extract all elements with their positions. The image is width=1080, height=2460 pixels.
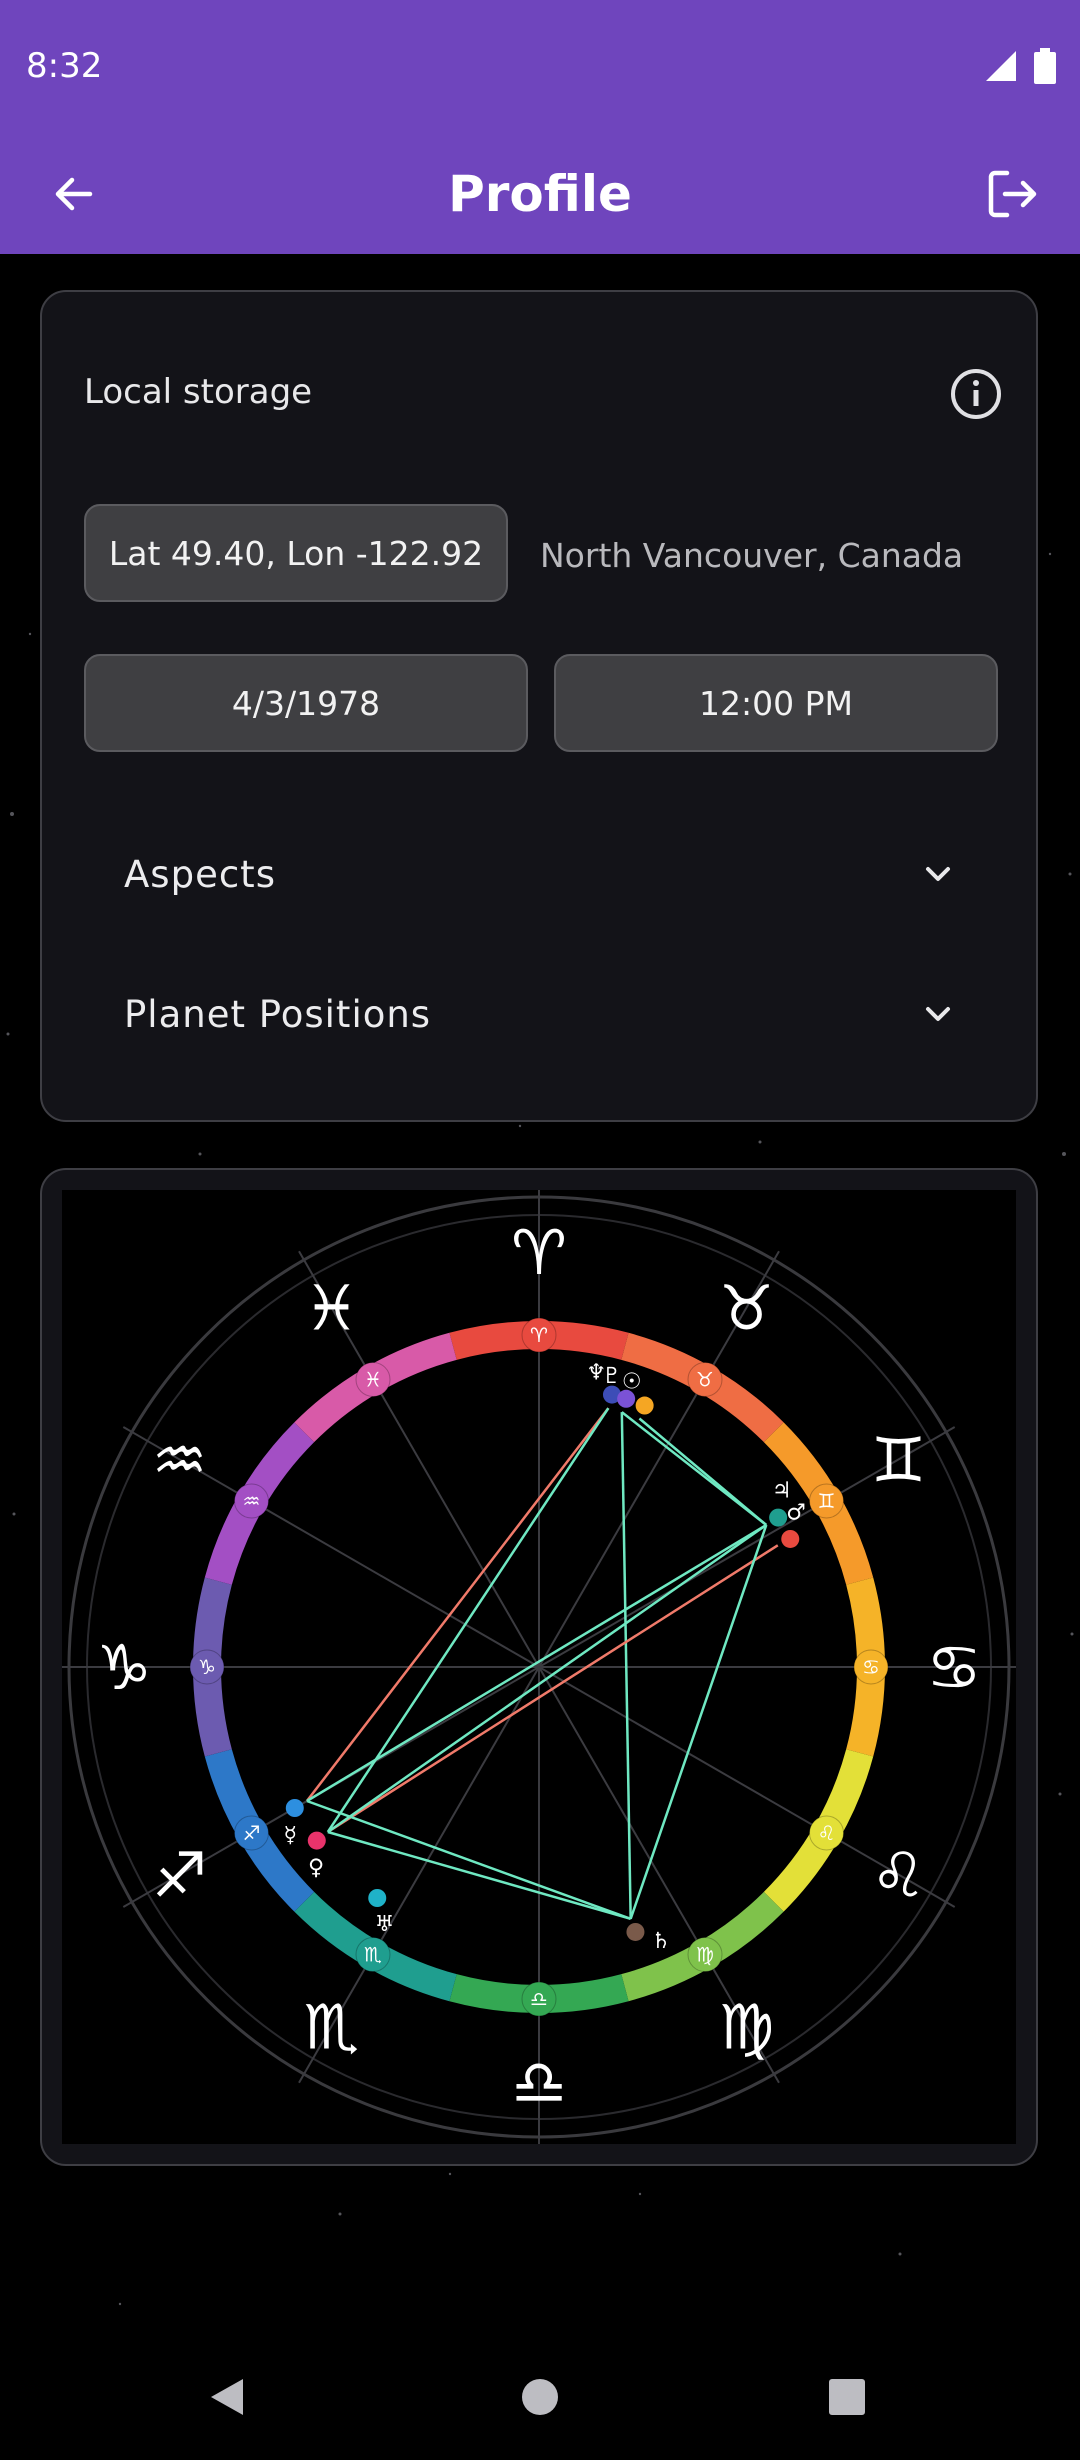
planet-dot-mars: [781, 1529, 800, 1548]
sign-glyph-taurus: ♉︎: [719, 1272, 775, 1345]
planet-dot-mercury: [285, 1799, 304, 1817]
sign-badge-glyph: ♐︎: [243, 1821, 261, 1845]
sign-glyph-capricorn: ♑︎: [96, 1631, 152, 1704]
sign-glyph-scorpio: ♏︎: [304, 1990, 360, 2063]
planet-dot-saturn: [626, 1922, 645, 1941]
aspect-line: [327, 1523, 767, 1834]
nav-back-button[interactable]: [192, 2362, 262, 2432]
date-button[interactable]: 4/3/1978: [84, 654, 528, 752]
aspect-line: [629, 1524, 768, 1920]
sign-badge-glyph: ♉︎: [696, 1367, 714, 1391]
sign-badge-glyph: ♏︎: [364, 1943, 382, 1967]
planet-glyph-mars: ♂︎: [786, 1500, 806, 1525]
sign-glyph-gemini: ♊︎: [871, 1424, 927, 1497]
planet-glyph-saturn: ♄︎: [651, 1929, 671, 1954]
planet-positions-label: Planet Positions: [124, 992, 432, 1036]
sign-badge-glyph: ♌︎: [818, 1821, 836, 1845]
aspect-line: [306, 1799, 632, 1921]
coordinates-button[interactable]: Lat 49.40, Lon -122.92: [84, 504, 508, 602]
sign-glyph-libra: ♎︎: [511, 2046, 567, 2119]
sign-badge-glyph: ♈︎: [530, 1323, 548, 1347]
nav-home-button[interactable]: [505, 2362, 575, 2432]
planet-glyph-pluto: ♇︎: [602, 1364, 622, 1389]
chevron-down-icon: [926, 1007, 950, 1021]
sign-badge-glyph: ♍︎: [696, 1943, 714, 1967]
back-button[interactable]: [40, 160, 108, 228]
planet-positions-expander[interactable]: Planet Positions: [82, 966, 1000, 1062]
logout-icon: [988, 170, 1037, 218]
nav-recents-button[interactable]: [812, 2362, 882, 2432]
sign-badge-glyph: ♊︎: [818, 1489, 836, 1513]
aspects-label: Aspects: [124, 852, 276, 896]
planet-glyph-uranus: ♅︎: [375, 1912, 395, 1937]
natal-chart-svg: ♈︎ ♈︎ ♉︎♉︎ ♊︎ ♊︎ ♋︎ ♋︎ ♌︎ ♌︎ ♍︎♍︎ ♎︎ ♎︎ ♏︎♏︎ ♐︎ ♐︎ ♑︎ ♑︎…: [59, 1187, 1019, 2147]
status-bar: 8:32: [0, 0, 1080, 134]
battery-icon: [1034, 48, 1056, 88]
sign-badge-glyph: ♑︎: [198, 1655, 216, 1679]
info-icon: [951, 369, 1001, 419]
profile-card: Local storage Lat 49.40, Lon -122.92 Nor…: [40, 290, 1038, 1122]
arrow-back-icon: [55, 177, 93, 211]
navigation-bar: [0, 2330, 1080, 2460]
storage-label: Local storage: [84, 372, 313, 412]
page-title: Profile: [448, 165, 632, 223]
planet-dot-uranus: [368, 1889, 387, 1908]
sign-glyph-pisces: ♓︎: [304, 1272, 360, 1345]
chevron-down-icon: [926, 867, 950, 881]
sign-badge-glyph: ♒︎: [243, 1489, 261, 1513]
sign-badge-glyph: ♎︎: [530, 1987, 548, 2011]
info-button[interactable]: [944, 362, 1008, 426]
sign-glyph-aries: ♈︎: [511, 1216, 567, 1289]
aspect-line: [620, 1412, 632, 1919]
sign-glyph-virgo: ♍︎: [719, 1990, 775, 2063]
nav-back-icon: [211, 2379, 243, 2415]
planet-glyph-mercury: ☿︎: [284, 1823, 298, 1848]
nav-recents-icon: [829, 2379, 865, 2415]
nav-home-icon: [522, 2379, 558, 2415]
place-label: North Vancouver, Canada: [540, 536, 964, 575]
natal-chart: ♈︎ ♈︎ ♉︎ ♉︎ ♊︎ ♊︎ ♋︎ ♋︎ ♌︎ ♌︎ ♍︎ ♍︎ ♎︎ ♎︎ ♏︎ ♏︎ ♐︎ ♐︎ ♑︎ ♑︎…: [59, 1187, 1019, 2147]
aspect-line: [306, 1523, 767, 1803]
sign-glyph-leo: ♌︎: [871, 1839, 927, 1912]
planet-dot-venus: [307, 1831, 326, 1850]
signal-icon: [984, 49, 1018, 87]
planet-dot-sun: [635, 1396, 654, 1415]
sign-glyph-sagittarius: ♐︎: [152, 1839, 208, 1912]
planet-dot-jupiter: [769, 1508, 788, 1527]
sign-badge-glyph: ♓︎: [364, 1367, 382, 1391]
sign-badge-glyph: ♋︎: [862, 1655, 880, 1679]
app-bar: Profile: [0, 134, 1080, 254]
planet-glyph-sun: ☉︎: [622, 1370, 642, 1395]
natal-chart-card: ♈︎ ♈︎ ♉︎ ♉︎ ♊︎ ♊︎ ♋︎ ♋︎ ♌︎ ♌︎ ♍︎ ♍︎ ♎︎ ♎︎ ♏︎ ♏︎ ♐︎ ♐︎ ♑︎ ♑︎…: [40, 1168, 1038, 2166]
aspect-line: [638, 1417, 768, 1526]
status-time: 8:32: [26, 46, 103, 86]
sign-glyph-aquarius: ♒︎: [152, 1424, 208, 1497]
logout-button[interactable]: [978, 160, 1046, 228]
planet-glyph-venus: ♀︎: [308, 1856, 324, 1881]
time-button[interactable]: 12:00 PM: [554, 654, 998, 752]
sign-glyph-cancer: ♋︎: [926, 1631, 982, 1704]
aspects-expander[interactable]: Aspects: [82, 826, 1000, 922]
